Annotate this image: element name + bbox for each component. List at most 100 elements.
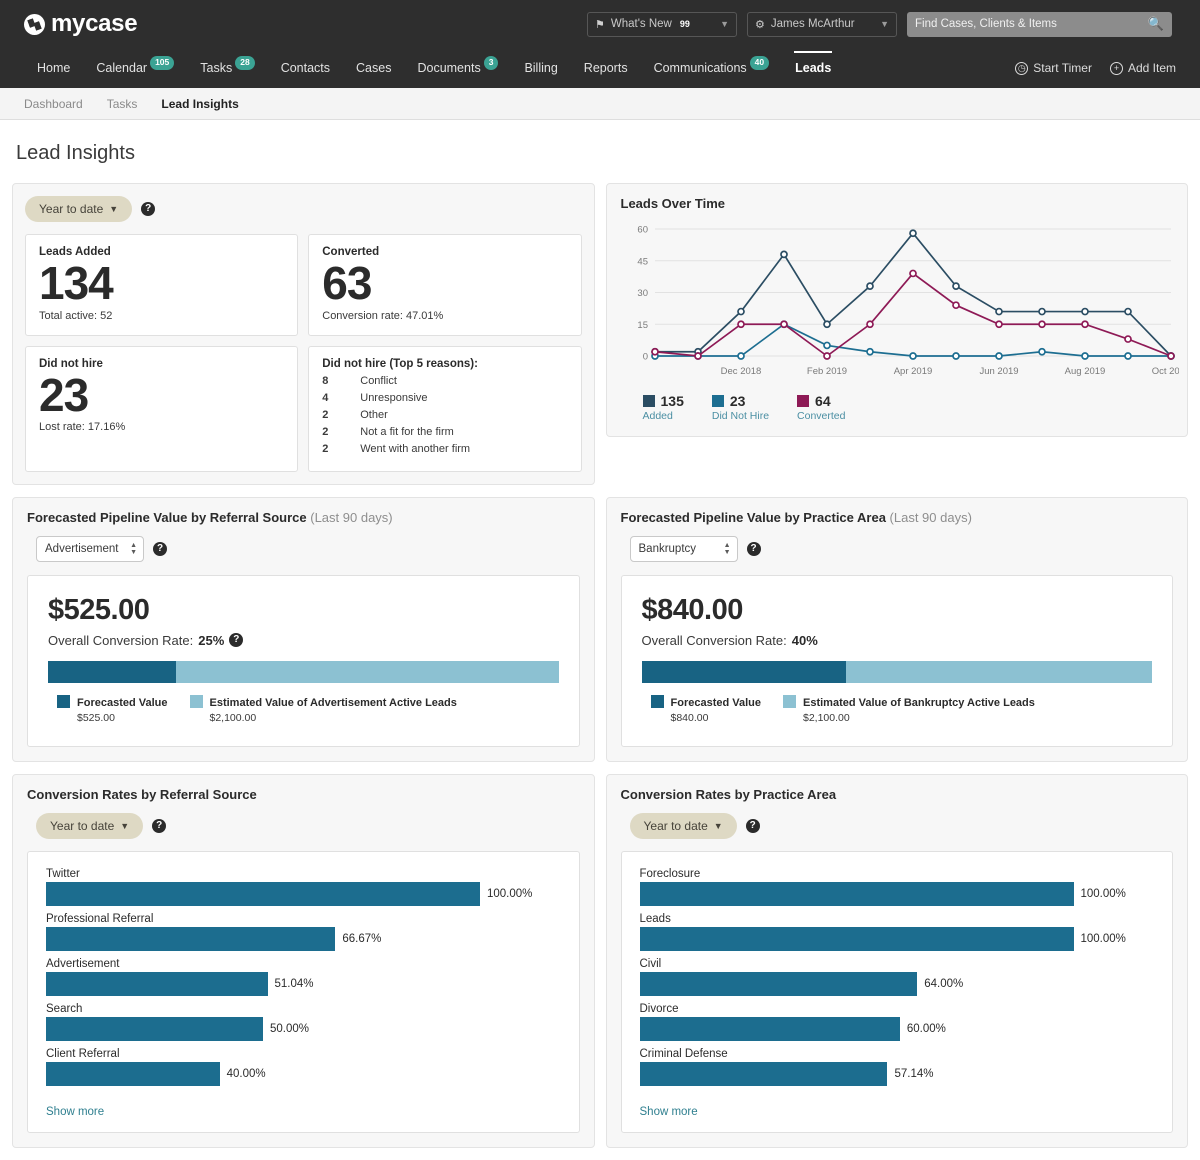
kpi-range-button[interactable]: Year to date ▼ xyxy=(25,196,132,222)
nav-item-reports[interactable]: Reports xyxy=(571,48,641,88)
whats-new-badge: 99 xyxy=(680,19,690,29)
reason-label: Conflict xyxy=(360,373,397,390)
kpi-card-did-not-hire-reasons: Did not hire (Top 5 reasons): 8 Conflict… xyxy=(308,346,581,472)
forecast-practice-title-suffix: (Last 90 days) xyxy=(890,510,972,525)
add-item-button[interactable]: + Add Item xyxy=(1110,61,1176,75)
gear-icon: ⚙ xyxy=(755,18,765,31)
question-mark-icon[interactable]: ? xyxy=(141,202,155,216)
nav-item-home[interactable]: Home xyxy=(24,48,83,88)
practice-area-select[interactable]: Bankruptcy xyxy=(630,536,738,562)
conversion-rate-bar xyxy=(640,882,1074,906)
nav-item-calendar[interactable]: Calendar105 xyxy=(83,48,187,88)
conversion-rate-label: Leads xyxy=(640,913,1155,925)
subnav-item-dashboard[interactable]: Dashboard xyxy=(24,97,83,111)
conversion-rate-bar xyxy=(640,1062,888,1086)
nav-label: Cases xyxy=(356,61,391,75)
reason-label: Went with another firm xyxy=(360,441,470,458)
chevron-down-icon: ▼ xyxy=(714,821,723,831)
search-icon[interactable]: 🔍 xyxy=(1148,16,1164,32)
user-menu-label: James McArthur xyxy=(771,18,855,30)
search-input[interactable] xyxy=(915,18,1148,30)
forecast-practice-card: $840.00 Overall Conversion Rate: 40% For… xyxy=(621,575,1174,747)
svg-text:15: 15 xyxy=(637,320,648,331)
mycase-logo[interactable]: mycase xyxy=(24,10,137,38)
show-more-practice-link[interactable]: Show more xyxy=(640,1106,1155,1118)
forecast-practice-legend: Forecasted Value $840.00 Estimated Value… xyxy=(642,694,1153,724)
conversion-practice-range-button[interactable]: Year to date ▼ xyxy=(630,813,737,839)
nav-item-communications[interactable]: Communications40 xyxy=(641,48,783,88)
forecast-referral-value: $525.00 xyxy=(48,594,559,627)
legend-item-did-not-hire[interactable]: 23 Did Not Hire xyxy=(712,393,769,422)
forecast-referral-card: $525.00 Overall Conversion Rate: 25% ? F… xyxy=(27,575,580,747)
conversion-rate-row: Divorce60.00% xyxy=(640,1003,1155,1041)
page-title: Lead Insights xyxy=(0,120,1200,183)
reason-count: 2 xyxy=(322,424,360,441)
nav-row-main: Home Calendar105 Tasks28 Contacts Cases … xyxy=(0,48,1200,88)
nav-item-documents[interactable]: Documents3 xyxy=(404,48,511,88)
subnav-item-tasks[interactable]: Tasks xyxy=(107,97,138,111)
conversion-referral-range-button[interactable]: Year to date ▼ xyxy=(36,813,143,839)
conversion-referral-title: Conversion Rates by Referral Source xyxy=(27,787,580,802)
conversion-rate-percent: 100.00% xyxy=(1081,888,1126,900)
reason-label: Other xyxy=(360,407,388,424)
start-timer-button[interactable]: ◷ Start Timer xyxy=(1015,61,1092,75)
conversion-rate-bar xyxy=(46,1017,263,1041)
plus-circle-icon: + xyxy=(1110,62,1123,75)
forecast-practice-bar xyxy=(642,661,1153,683)
legend-swatch-forecasted xyxy=(57,695,70,708)
question-mark-icon[interactable]: ? xyxy=(746,819,760,833)
show-more-referral-link[interactable]: Show more xyxy=(46,1106,561,1118)
nav-item-cases[interactable]: Cases xyxy=(343,48,404,88)
chevron-down-icon: ▼ xyxy=(109,204,118,214)
conversion-rate-bar xyxy=(46,882,480,906)
chevron-down-icon: ▼ xyxy=(720,19,729,29)
question-mark-icon[interactable]: ? xyxy=(747,542,761,556)
conversion-rate-bar xyxy=(46,972,268,996)
nav-item-tasks[interactable]: Tasks28 xyxy=(187,48,267,88)
forecast-practice-column: Forecasted Pipeline Value by Practice Ar… xyxy=(606,497,1189,762)
forecast-referral-bar xyxy=(48,661,559,683)
kpi-value: 63 xyxy=(322,258,567,310)
svg-text:Dec 2018: Dec 2018 xyxy=(720,366,761,377)
svg-text:Jun 2019: Jun 2019 xyxy=(979,366,1018,377)
header-right-controls: ⚑ What's New 99 ▼ ⚙ James McArthur ▼ 🔍 xyxy=(587,12,1186,37)
legend-item-added[interactable]: 135 Added xyxy=(643,393,684,422)
conversion-rate-barline: 51.04% xyxy=(46,972,561,996)
add-item-label: Add Item xyxy=(1128,61,1176,75)
svg-text:Aug 2019: Aug 2019 xyxy=(1064,366,1105,377)
conversion-rate-percent: 100.00% xyxy=(487,888,532,900)
question-mark-icon[interactable]: ? xyxy=(153,542,167,556)
forecast-referral-title: Forecasted Pipeline Value by Referral So… xyxy=(27,510,580,525)
conversion-referral-panel: Conversion Rates by Referral Source Year… xyxy=(12,774,595,1148)
question-mark-icon[interactable]: ? xyxy=(229,633,243,647)
svg-text:30: 30 xyxy=(637,288,648,299)
user-menu-dropdown[interactable]: ⚙ James McArthur ▼ xyxy=(747,12,897,37)
nav-badge-calendar: 105 xyxy=(150,56,174,69)
nav-item-leads[interactable]: Leads xyxy=(782,48,844,88)
conversion-practice-rows: Foreclosure100.00%Leads100.00%Civil64.00… xyxy=(640,868,1155,1086)
legend-item-converted[interactable]: 64 Converted xyxy=(797,393,845,422)
conversion-rate-label: Twitter xyxy=(46,868,561,880)
subnav-item-lead-insights[interactable]: Lead Insights xyxy=(161,97,238,111)
conversion-practice-card: Foreclosure100.00%Leads100.00%Civil64.00… xyxy=(621,851,1174,1133)
conversion-rate-bar xyxy=(640,972,918,996)
question-mark-icon[interactable]: ? xyxy=(152,819,166,833)
conversion-rate-barline: 40.00% xyxy=(46,1062,561,1086)
conversion-rate-row: Client Referral40.00% xyxy=(46,1048,561,1086)
reason-count: 8 xyxy=(322,373,360,390)
nav-item-billing[interactable]: Billing xyxy=(511,48,570,88)
range-label: Year to date xyxy=(644,819,708,833)
forecast-bar-segment-forecasted xyxy=(642,661,846,683)
conversion-practice-title: Conversion Rates by Practice Area xyxy=(621,787,1174,802)
reason-row: 4 Unresponsive xyxy=(322,390,567,407)
conversion-rate-row: Criminal Defense57.14% xyxy=(640,1048,1155,1086)
nav-item-contacts[interactable]: Contacts xyxy=(268,48,343,88)
whats-new-dropdown[interactable]: ⚑ What's New 99 ▼ xyxy=(587,12,737,37)
conversion-rate-row: Search50.00% xyxy=(46,1003,561,1041)
global-search[interactable]: 🔍 xyxy=(907,12,1172,37)
legend-swatch-forecasted xyxy=(651,695,664,708)
rate-label: Overall Conversion Rate: xyxy=(642,633,787,648)
referral-source-select[interactable]: Advertisement xyxy=(36,536,144,562)
reason-row: 2 Not a fit for the firm xyxy=(322,424,567,441)
svg-text:45: 45 xyxy=(637,256,648,267)
